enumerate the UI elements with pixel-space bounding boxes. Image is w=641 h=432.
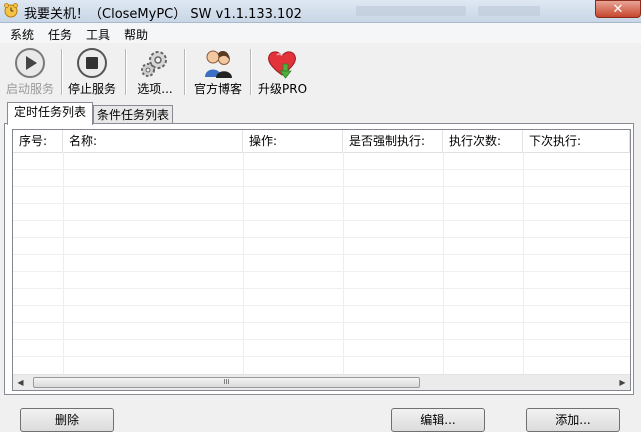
official-blog-button[interactable]: 官方博客 <box>192 47 244 99</box>
delete-button[interactable]: 删除 <box>20 408 114 432</box>
grid-line <box>13 305 630 306</box>
column-header-next-exec[interactable]: 下次执行: <box>523 130 630 152</box>
grid-line <box>13 271 630 272</box>
menu-system[interactable]: 系统 <box>10 26 34 43</box>
scroll-right-icon[interactable]: ▶ <box>615 375 630 390</box>
options-button[interactable]: 选项... <box>132 47 178 99</box>
window-title: 我要关机！（CloseMyPC） SW v1.1.133.102 <box>24 7 302 22</box>
grid-line <box>13 356 630 357</box>
menu-help[interactable]: 帮助 <box>124 26 148 43</box>
options-label: 选项... <box>137 82 173 96</box>
users-icon <box>205 50 232 78</box>
stop-service-label: 停止服务 <box>67 82 116 96</box>
grid-line <box>13 203 630 204</box>
grid-line <box>13 339 630 340</box>
grid-line <box>13 254 630 255</box>
grid-line <box>13 220 630 221</box>
tab-conditional-tasks-label: 条件任务列表 <box>96 108 169 122</box>
column-header-force[interactable]: 是否强制执行: <box>343 130 443 152</box>
column-header-action[interactable]: 操作: <box>243 130 343 152</box>
column-header-name[interactable]: 名称: <box>63 130 243 152</box>
scroll-left-icon[interactable]: ◀ <box>13 375 28 390</box>
title-bar-blur <box>478 6 540 16</box>
start-service-label: 启动服务 <box>5 82 54 96</box>
close-icon: ✕ <box>612 2 624 17</box>
column-header-index[interactable]: 序号: <box>13 130 63 152</box>
grid-line <box>13 169 630 170</box>
app-icon <box>4 3 18 18</box>
menu-bar: 系统 任务 工具 帮助 <box>0 23 641 43</box>
upgrade-pro-label: 升级PRO <box>258 82 308 96</box>
toolbar: 启动服务 停止服务 选项... 官方博客 升级PRO <box>0 43 641 99</box>
title-bar-blur <box>356 6 466 16</box>
tab-timed-tasks[interactable]: 定时任务列表 <box>7 102 93 125</box>
column-header-exec-count[interactable]: 执行次数: <box>443 130 523 152</box>
play-icon <box>15 48 45 78</box>
menu-tools[interactable]: 工具 <box>86 26 110 43</box>
stop-service-button[interactable]: 停止服务 <box>66 47 118 99</box>
grip-icon: III <box>223 378 230 386</box>
list-body <box>13 152 630 375</box>
toolbar-separator <box>184 49 186 95</box>
title-bar[interactable]: 我要关机！（CloseMyPC） SW v1.1.133.102 ✕ <box>0 0 641 23</box>
add-button[interactable]: 添加... <box>526 408 620 432</box>
upgrade-pro-button[interactable]: 升级PRO <box>258 47 308 99</box>
edit-button[interactable]: 编辑... <box>391 408 485 432</box>
toolbar-separator <box>250 49 252 95</box>
grid-line <box>13 237 630 238</box>
horizontal-scrollbar[interactable]: ◀ III ▶ <box>13 374 630 390</box>
grid-line <box>13 322 630 323</box>
menu-task[interactable]: 任务 <box>48 26 72 43</box>
close-button[interactable]: ✕ <box>595 0 641 18</box>
toolbar-separator <box>125 49 127 95</box>
heart-upgrade-icon <box>268 51 296 79</box>
stop-icon <box>77 48 107 78</box>
start-service-button[interactable]: 启动服务 <box>4 47 56 99</box>
tab-conditional-tasks[interactable]: 条件任务列表 <box>93 105 173 125</box>
toolbar-separator <box>61 49 63 95</box>
grid-line <box>13 186 630 187</box>
grid-line <box>13 288 630 289</box>
official-blog-label: 官方博客 <box>193 82 242 96</box>
list-header: 序号: 名称: 操作: 是否强制执行: 执行次数: 下次执行: <box>13 130 630 153</box>
gear-icon <box>141 51 167 77</box>
tab-timed-tasks-label: 定时任务列表 <box>13 105 86 119</box>
task-list[interactable]: 序号: 名称: 操作: 是否强制执行: 执行次数: 下次执行: ◀ III ▶ <box>12 129 631 391</box>
scroll-thumb[interactable]: III <box>33 377 420 388</box>
